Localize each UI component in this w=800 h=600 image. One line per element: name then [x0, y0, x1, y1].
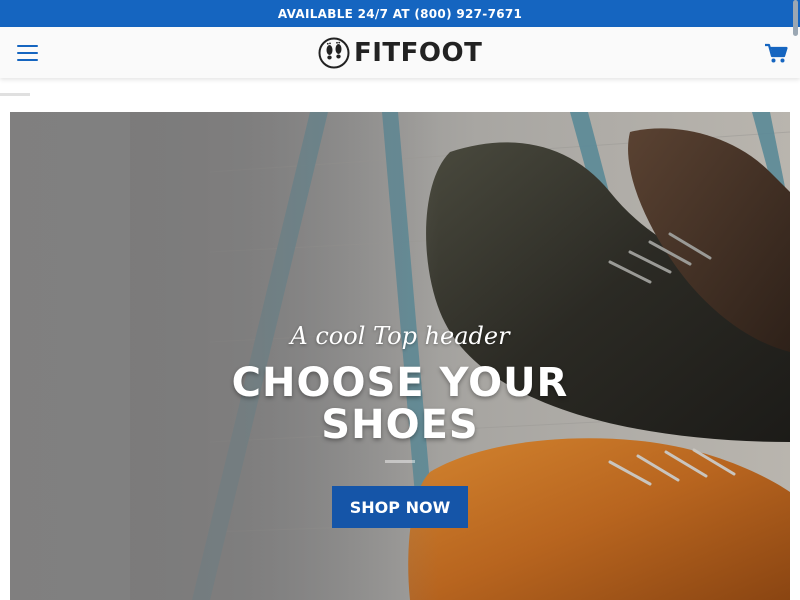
hamburger-menu-icon[interactable]	[17, 45, 38, 61]
hero-title-line-2: SHOES	[321, 402, 479, 448]
hero-title: CHOOSE YOUR SHOES	[10, 362, 790, 446]
hero-banner: A cool Top header CHOOSE YOUR SHOES SHOP…	[10, 112, 790, 600]
shop-now-button[interactable]: SHOP NOW	[332, 486, 468, 528]
footprints-icon	[318, 37, 350, 69]
top-announcement-bar: AVAILABLE 24/7 AT (800) 927-7671	[0, 0, 800, 27]
shopping-cart-icon[interactable]	[764, 42, 788, 64]
phone-availability-text: AVAILABLE 24/7 AT (800) 927-7671	[277, 6, 523, 21]
hero-content: A cool Top header CHOOSE YOUR SHOES SHOP…	[10, 112, 790, 600]
site-header: FITFOOT	[0, 27, 800, 78]
logo-wordmark: FITFOOT	[354, 38, 483, 68]
header-divider	[0, 93, 30, 96]
hero-divider	[385, 460, 415, 463]
page-scrollbar[interactable]	[793, 0, 798, 36]
site-logo[interactable]: FITFOOT	[318, 36, 482, 70]
hero-subtitle: A cool Top header	[290, 322, 510, 350]
hero-title-line-1: CHOOSE YOUR	[231, 360, 569, 406]
